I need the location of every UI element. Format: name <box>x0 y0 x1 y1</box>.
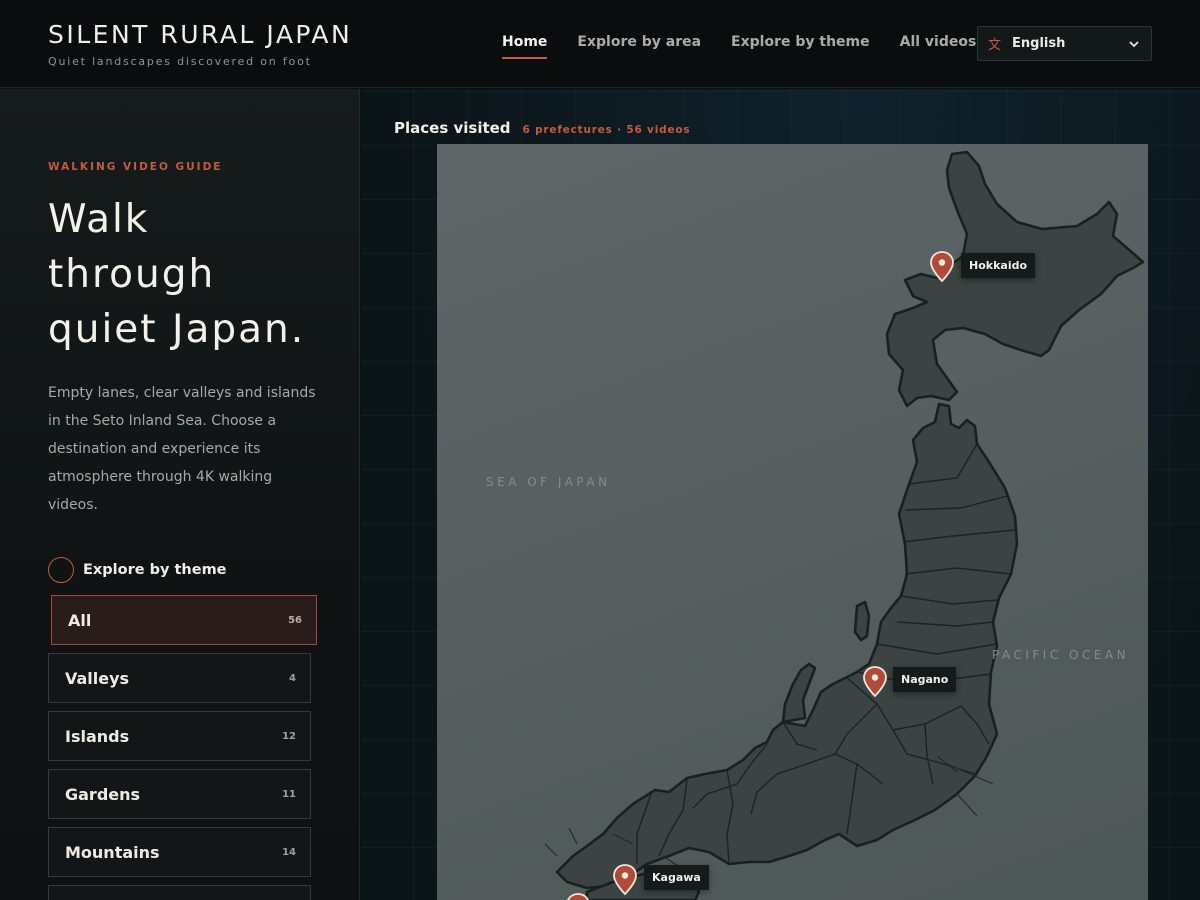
theme-name: Mountains <box>65 842 160 862</box>
sidebar: WALKING VIDEO GUIDE Walk through quiet J… <box>0 89 360 900</box>
hero-line: Walk <box>48 197 150 242</box>
theme-list: All 56 Valleys 4 Islands 12 Gardens 11 M… <box>48 595 317 900</box>
places-meta: 6 prefectures · 56 videos <box>522 124 691 136</box>
nav-home[interactable]: Home <box>502 34 548 59</box>
theme-name: Valleys <box>65 668 130 688</box>
theme-count: 12 <box>282 730 296 742</box>
theme-button-all[interactable]: All 56 <box>51 595 317 645</box>
theme-count: 14 <box>282 846 296 858</box>
brand[interactable]: SILENT RURAL JAPAN Quiet landscapes disc… <box>48 20 352 68</box>
places-header: Places visited 6 prefectures · 56 videos <box>394 119 690 137</box>
theme-heading-label: Explore by theme <box>83 562 227 578</box>
theme-name: Gardens <box>65 784 141 804</box>
places-title: Places visited <box>394 119 511 137</box>
circle-icon <box>48 557 74 583</box>
theme-count: 4 <box>289 672 296 684</box>
site-title[interactable]: SILENT RURAL JAPAN <box>48 20 352 49</box>
chevron-down-icon <box>1129 40 1139 47</box>
hero-line: quiet Japan. <box>48 307 306 352</box>
japan-map-shape <box>544 150 1145 900</box>
map-pin-icon[interactable] <box>929 250 955 284</box>
site-subtitle: Quiet landscapes discovered on foot <box>48 55 312 68</box>
theme-count: 11 <box>282 788 296 800</box>
pin-label-nagano[interactable]: Nagano <box>893 667 957 692</box>
map-panel: Places visited 6 prefectures · 56 videos <box>361 89 1200 900</box>
theme-heading: Explore by theme <box>48 557 227 583</box>
nav-all-videos[interactable]: All videos <box>900 34 977 59</box>
theme-button-islands[interactable]: Islands 12 <box>48 711 311 761</box>
honshu-shape <box>555 402 1019 890</box>
theme-button-gardens[interactable]: Gardens 11 <box>48 769 311 819</box>
language-select[interactable]: 文 English <box>977 26 1152 61</box>
pin-label-hokkaido[interactable]: Hokkaido <box>961 253 1036 278</box>
map-pin-icon[interactable] <box>565 892 591 900</box>
main-nav: Home Explore by area Explore by theme Al… <box>502 34 976 59</box>
nav-explore-by-theme[interactable]: Explore by theme <box>731 34 870 59</box>
pin-label-kagawa[interactable]: Kagawa <box>644 865 709 890</box>
eyebrow-label: WALKING VIDEO GUIDE <box>48 161 223 173</box>
sea-of-japan-label: SEA OF JAPAN <box>486 475 611 489</box>
hero-heading: Walk through quiet Japan. <box>48 192 348 357</box>
theme-count: 56 <box>288 614 302 626</box>
site-header: SILENT RURAL JAPAN Quiet landscapes disc… <box>0 0 1200 88</box>
language-icon: 文 <box>988 38 1002 53</box>
theme-button-more[interactable] <box>48 885 311 900</box>
map-pin-icon[interactable] <box>862 665 888 699</box>
theme-button-mountains[interactable]: Mountains 14 <box>48 827 311 877</box>
nav-explore-by-area[interactable]: Explore by area <box>577 34 701 59</box>
japan-map[interactable]: SEA OF JAPAN PACIFIC OCEAN Hokkaido Naga… <box>437 144 1148 900</box>
theme-name: Islands <box>65 726 130 746</box>
language-label: English <box>1012 36 1066 51</box>
theme-name: All <box>68 610 92 630</box>
map-pin-icon[interactable] <box>612 863 638 897</box>
sado-shape <box>853 600 871 642</box>
intro-description: Empty lanes, clear valleys and islands i… <box>48 385 316 513</box>
pacific-ocean-label: PACIFIC OCEAN <box>992 648 1130 662</box>
theme-button-valleys[interactable]: Valleys 4 <box>48 653 311 703</box>
hero-line: through <box>48 252 216 297</box>
hokkaido-shape <box>885 150 1145 408</box>
